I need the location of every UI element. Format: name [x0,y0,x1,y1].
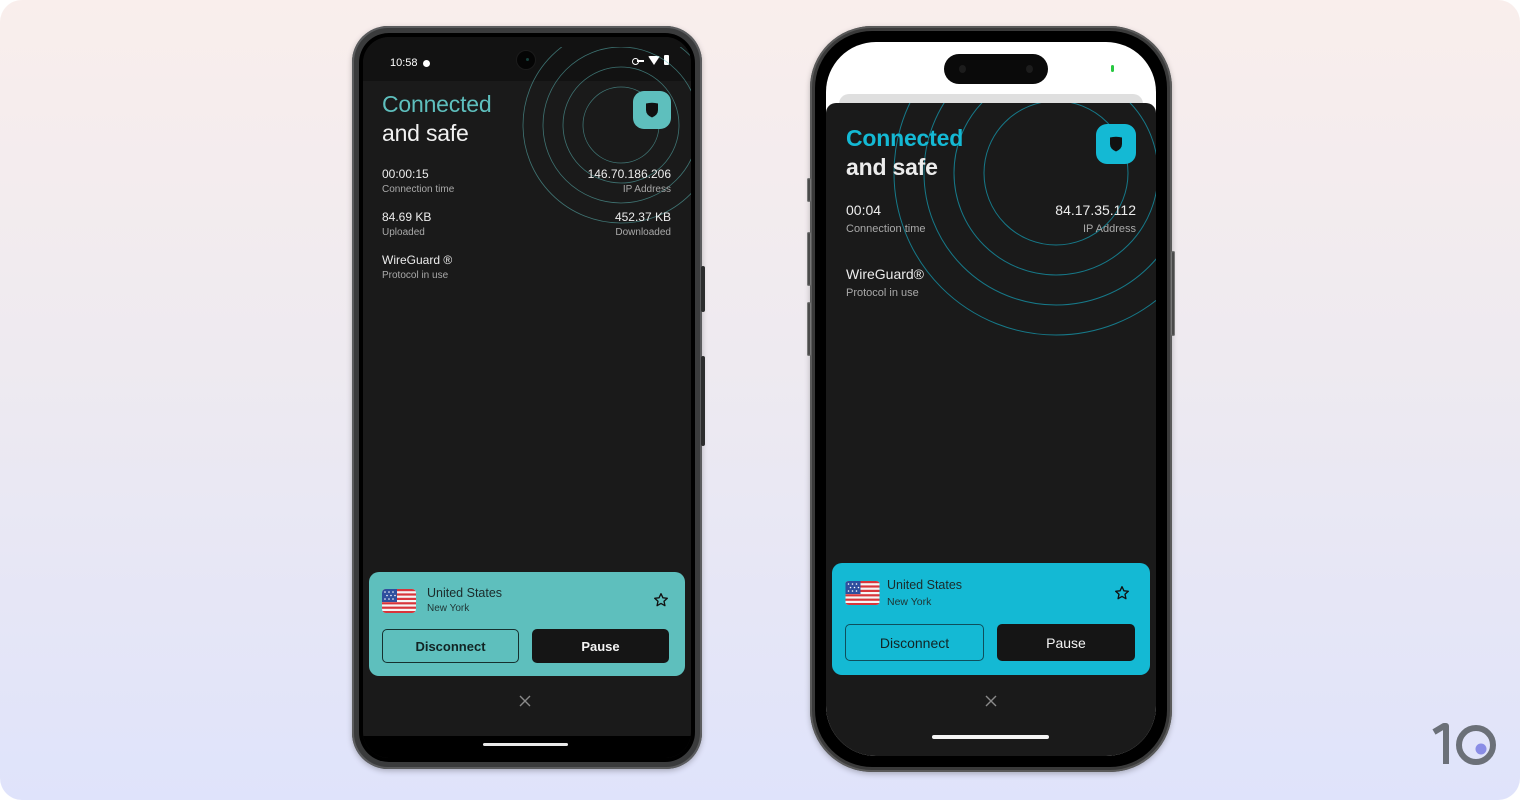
iphone-bezel: Connected and safe 00:04 Connection time… [815,31,1167,767]
home-indicator[interactable] [932,735,1049,739]
location-country: United States [427,586,503,600]
brand-logo-mark [1432,723,1496,765]
side-button [1171,251,1175,336]
uploaded-value: 84.69 KB [382,210,432,224]
protocol-label: Protocol in use [846,287,919,299]
status-title-connected: Connected [382,91,492,117]
shield-icon [646,102,658,118]
uploaded-label: Uploaded [382,227,425,238]
navigation-bar [363,736,691,758]
connection-sheet: Connected and safe 00:04 Connection time… [826,103,1156,756]
status-title-safe: and safe [846,154,938,180]
ip-address-value: 84.17.35.112 [1055,202,1136,218]
home-gesture-handle[interactable] [483,743,568,746]
power-button [701,266,705,312]
location-card: United States New York Disconnect Pause [832,563,1150,675]
protocol-stat: WireGuard ® Protocol in use [382,253,452,281]
volume-down-button [807,302,811,356]
uploaded-stat: 84.69 KB Uploaded [382,210,431,238]
pause-button[interactable]: Pause [532,629,669,663]
connection-time-value: 00:00:15 [382,167,429,181]
star-icon[interactable] [653,592,669,608]
location-country: United States [887,578,963,592]
vpn-shield-button[interactable] [1096,124,1136,164]
ip-address-stat: 146.70.186.206 IP Address [588,167,671,195]
protocol-value: WireGuard® [846,266,924,282]
us-flag-icon [382,589,416,613]
status-title-safe: and safe [382,120,469,146]
connection-time-label: Connection time [382,184,455,195]
connection-time-stat: 00:04 Connection time [846,202,926,235]
protocol-value: WireGuard ® [382,253,453,267]
connection-time-stat: 00:00:15 Connection time [382,167,454,195]
iphone-screen: Connected and safe 00:04 Connection time… [826,42,1156,756]
protocol-stat: WireGuard® Protocol in use [846,266,924,299]
protocol-label: Protocol in use [382,270,449,281]
android-screen: 10:58 Connected and safe 00:00:15 Connec… [363,37,691,758]
ip-address-label: IP Address [622,184,671,195]
brand-logo: 10 [1432,722,1498,768]
volume-up-button [807,232,811,286]
location-city: New York [427,603,470,614]
connection-time-label: Connection time [846,223,926,235]
close-icon[interactable] [984,694,998,708]
pause-button[interactable]: Pause [997,624,1135,661]
disconnect-button[interactable]: Disconnect [382,629,519,663]
ip-address-stat: 84.17.35.112 IP Address [1055,202,1136,235]
background-canvas: 10:58 Connected and safe 00:00:15 Connec… [0,0,1520,800]
vpn-shield-button[interactable] [633,91,671,129]
shield-icon [1110,136,1122,152]
star-icon[interactable] [1114,585,1130,601]
downloaded-value: 452.37 KB [614,210,671,224]
location-card: United States New York Disconnect Pause [369,572,685,676]
connection-time-value: 00:04 [846,202,882,218]
android-phone: 10:58 Connected and safe 00:00:15 Connec… [352,26,705,769]
downloaded-label: Downloaded [615,227,671,238]
location-city: New York [887,596,932,608]
android-bezel: 10:58 Connected and safe 00:00:15 Connec… [359,33,695,762]
status-title-connected: Connected [846,125,964,151]
ip-address-value: 146.70.186.206 [587,167,671,181]
downloaded-stat: 452.37 KB Downloaded [615,210,671,238]
us-flag-icon [845,581,880,605]
camera-indicator-icon [1111,65,1114,72]
disconnect-button[interactable]: Disconnect [845,624,984,661]
dynamic-island [944,54,1048,84]
iphone: Connected and safe 00:04 Connection time… [807,26,1175,772]
ip-address-label: IP Address [1083,223,1136,235]
action-button [807,178,811,202]
volume-button [701,356,705,446]
close-icon[interactable] [518,694,532,708]
